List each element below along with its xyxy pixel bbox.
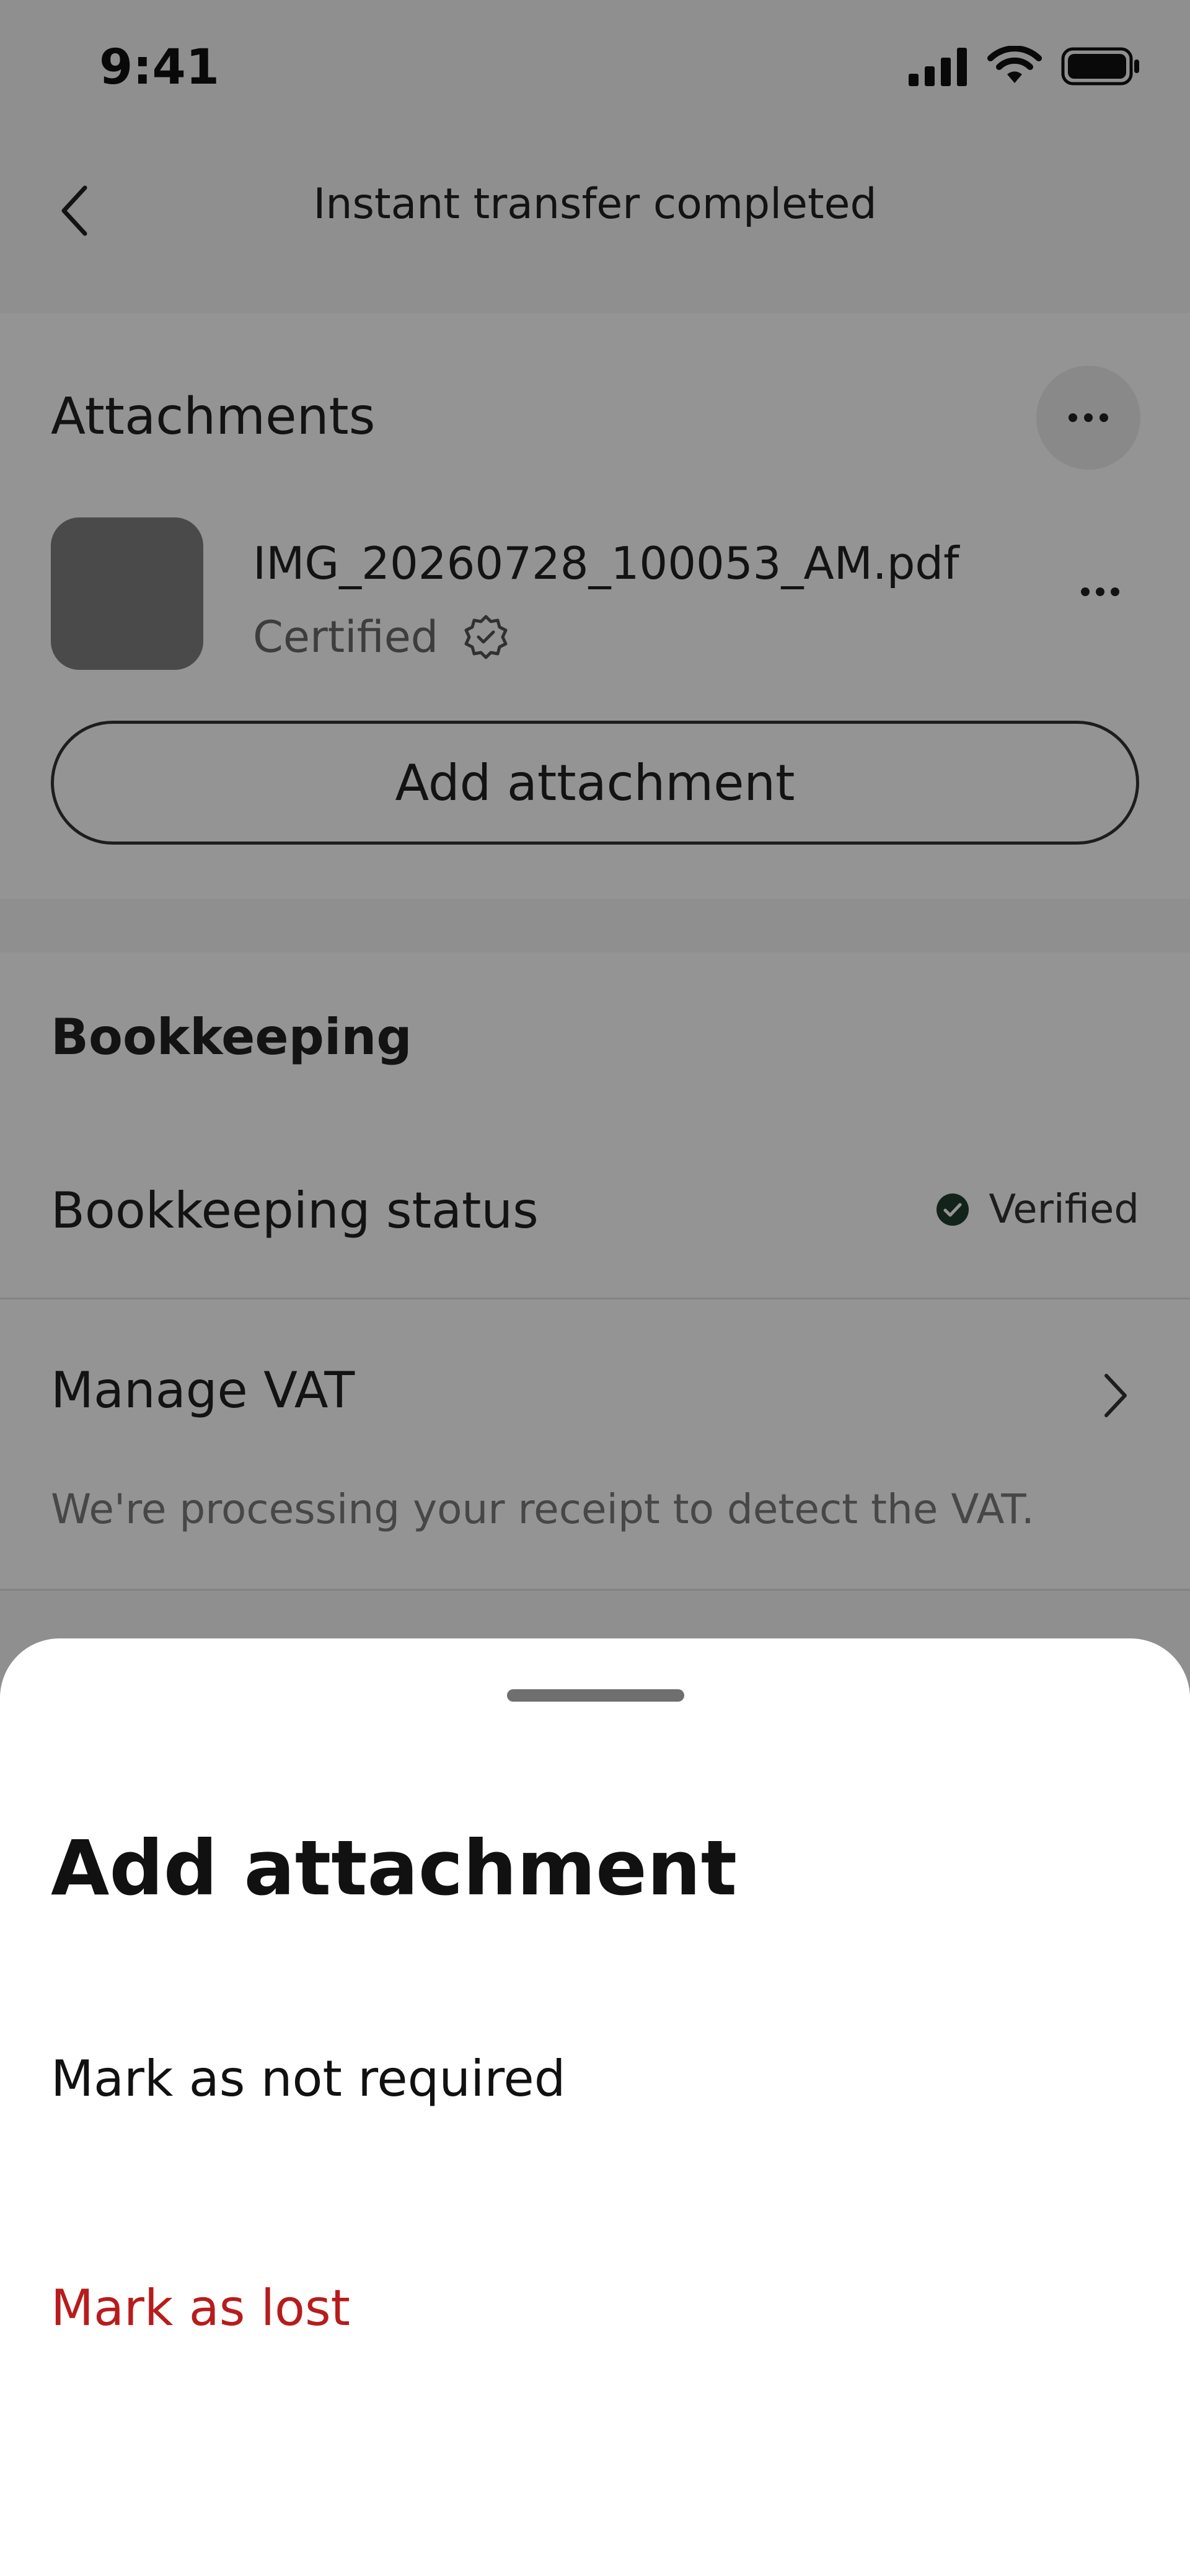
sheet-title: Add attachment <box>51 1824 738 1912</box>
mark-as-lost-option[interactable]: Mark as lost <box>0 2230 1190 2385</box>
sheet-drag-handle[interactable] <box>507 1689 684 1702</box>
mark-not-required-option[interactable]: Mark as not required <box>0 2001 1190 2156</box>
screen: 9:41 Instant transfer completed Attachme… <box>0 0 1190 2576</box>
bottom-sheet: Add attachment Mark as not required Mark… <box>0 1638 1190 2576</box>
